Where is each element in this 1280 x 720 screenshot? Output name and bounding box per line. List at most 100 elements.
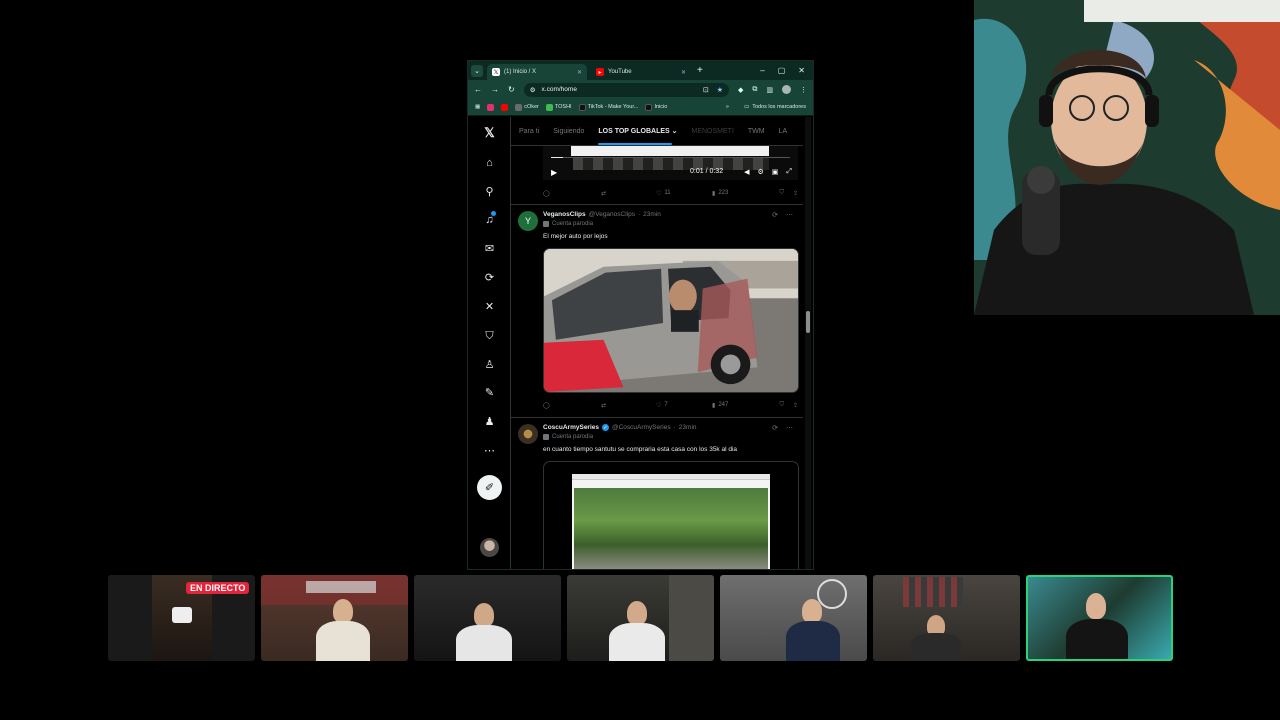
volume-icon[interactable]: ◀ xyxy=(744,168,749,176)
install-icon[interactable]: ⊡ xyxy=(703,86,709,94)
tab-la[interactable]: LA xyxy=(779,128,788,135)
stream-thumb-7-selected[interactable] xyxy=(1026,575,1173,661)
extension-icon[interactable]: ◆ xyxy=(738,86,743,94)
timestamp[interactable]: 23min xyxy=(679,424,697,431)
bookmark-youtube[interactable] xyxy=(501,103,509,111)
close-window-icon[interactable]: ✕ xyxy=(798,66,805,75)
tab-los-top-globales[interactable]: LOS TOP GLOBALES ⌄ xyxy=(598,127,678,145)
grok-icon[interactable]: ⟳ xyxy=(772,211,778,219)
account-avatar[interactable] xyxy=(480,538,499,557)
tab-youtube[interactable]: ▸ YouTube ✕ xyxy=(591,64,691,80)
premium-x-icon[interactable]: ✕ xyxy=(468,301,511,313)
scrollbar-thumb[interactable] xyxy=(806,311,810,333)
stream-thumb-5[interactable] xyxy=(720,575,867,661)
avatar[interactable] xyxy=(518,424,538,444)
timestamp[interactable]: 23min xyxy=(643,211,661,218)
bookmarks-icon[interactable]: ⛉ xyxy=(468,330,511,342)
tab-siguiendo[interactable]: Siguiendo xyxy=(553,128,584,135)
like-button[interactable]: ♡ 7 xyxy=(656,402,712,409)
video-player[interactable]: ▶ 0:01 / 0:32 ◀ ⚙ ▣ ⤢ xyxy=(543,146,798,180)
post-text: en cuanto tiempo santutu se compraria es… xyxy=(543,446,738,453)
tiktok-icon xyxy=(578,103,586,111)
share-icon[interactable]: ⇪ xyxy=(793,190,798,197)
bookmark-tiktok[interactable]: TikTok - Make Your... xyxy=(578,103,638,111)
tab-twm[interactable]: TWM xyxy=(748,128,765,135)
reply-icon[interactable]: ◯ xyxy=(543,190,601,197)
share-icon[interactable]: ⇪ xyxy=(793,402,798,409)
more-icon[interactable]: ⋯ xyxy=(786,424,793,432)
views-button[interactable]: ▮ 223 xyxy=(712,190,772,197)
x-logo-icon[interactable]: 𝕏 xyxy=(468,126,511,139)
close-icon[interactable]: ✕ xyxy=(577,69,582,76)
back-icon[interactable]: ← xyxy=(474,85,482,94)
star-icon[interactable]: ★ xyxy=(717,86,723,94)
scrollbar[interactable] xyxy=(805,117,811,569)
post-image[interactable] xyxy=(543,461,799,569)
views-button[interactable]: ▮ 247 xyxy=(712,402,772,409)
apps-icon[interactable]: ▦ xyxy=(475,104,480,110)
stream-thumb-4[interactable] xyxy=(567,575,714,661)
fullscreen-icon[interactable]: ⤢ xyxy=(786,168,792,176)
bookmark-icon[interactable]: ⛉ xyxy=(779,402,784,409)
close-icon[interactable]: ✕ xyxy=(681,69,686,76)
maximize-icon[interactable]: ▢ xyxy=(778,66,786,75)
stream-thumb-6[interactable] xyxy=(873,575,1020,661)
tab-bar: ⌄ 𝕏 (1) Inicio / X ✕ ▸ YouTube ✕ + – ▢ ✕ xyxy=(468,61,813,80)
messages-icon[interactable]: ✉ xyxy=(468,243,511,255)
bookmark-coker[interactable]: cOker xyxy=(515,103,539,111)
tab-x-inicio[interactable]: 𝕏 (1) Inicio / X ✕ xyxy=(487,64,587,80)
reply-icon[interactable]: ◯ xyxy=(543,402,601,409)
repost-icon[interactable]: ⇄ xyxy=(601,190,656,197)
video-progress[interactable] xyxy=(551,157,790,158)
settings-icon[interactable]: ⚙ xyxy=(757,168,763,176)
puzzle-icon[interactable]: ⧉ xyxy=(752,86,757,94)
video-content xyxy=(573,158,769,170)
streamer-face xyxy=(802,599,822,623)
all-bookmarks-link[interactable]: Todos los marcadores xyxy=(752,104,806,110)
bookmark-icon[interactable]: ⛉ xyxy=(779,190,784,197)
reload-icon[interactable]: ↻ xyxy=(508,85,515,94)
search-icon[interactable]: ⚲ xyxy=(468,186,511,198)
bookmark-inicio[interactable]: Inicio xyxy=(645,103,667,111)
notifications-icon[interactable]: ♫ xyxy=(468,214,511,226)
tab-para-ti[interactable]: Para ti xyxy=(519,128,539,135)
url-input[interactable]: ⚙ x.com/home ⊡ ★ xyxy=(523,82,729,97)
communities-icon[interactable]: ♙ xyxy=(468,359,511,371)
display-name[interactable]: CoscuArmySeries xyxy=(543,424,599,431)
stream-thumb-1[interactable]: EN DIRECTO xyxy=(108,575,255,661)
stream-thumb-2[interactable] xyxy=(261,575,408,661)
new-tab-icon[interactable]: + xyxy=(697,65,703,76)
grok-icon[interactable]: ⟳ xyxy=(468,272,511,284)
live-badge: EN DIRECTO xyxy=(186,582,250,594)
display-name[interactable]: VeganosClips xyxy=(543,211,586,218)
repost-icon[interactable]: ⇄ xyxy=(601,402,656,409)
sidebar-icon[interactable]: ▥ xyxy=(766,86,773,94)
bookmarks-overflow[interactable]: » xyxy=(726,104,729,110)
tab-search-icon[interactable]: ⌄ xyxy=(471,64,483,77)
handle[interactable]: @CoscuArmySeries xyxy=(612,424,671,431)
home-icon[interactable]: ⌂ xyxy=(468,157,511,169)
post-image[interactable] xyxy=(543,248,799,393)
bookmark-toshi[interactable]: TOSHI xyxy=(545,103,572,111)
stream-thumb-3[interactable] xyxy=(414,575,561,661)
tab-label: YouTube xyxy=(608,69,632,75)
compose-post-button[interactable]: ✐ xyxy=(477,475,502,500)
minimize-icon[interactable]: – xyxy=(760,66,764,75)
more-icon[interactable]: ⋯ xyxy=(468,445,511,457)
tab-menosmeti[interactable]: MENOSMETI xyxy=(692,128,734,135)
avatar[interactable]: Y xyxy=(518,211,538,231)
profile-icon[interactable] xyxy=(782,85,791,94)
play-icon[interactable]: ▶ xyxy=(551,168,557,177)
more-icon[interactable]: ⋯ xyxy=(786,211,793,219)
menu-icon[interactable]: ⋮ xyxy=(800,86,807,94)
bookmark-instagram[interactable] xyxy=(487,103,495,111)
post-actions: ◯ ⇄ ♡ 11 ▮ 223 ⛉ ⇪ xyxy=(543,187,798,199)
handle[interactable]: @VeganosClips xyxy=(589,211,635,218)
pip-icon[interactable]: ▣ xyxy=(772,168,779,176)
like-button[interactable]: ♡ 11 xyxy=(656,190,712,197)
site-info-icon[interactable]: ⚙ xyxy=(530,86,536,94)
profile-icon[interactable]: ♟ xyxy=(468,416,511,428)
verified-orgs-icon[interactable]: ✎ xyxy=(468,387,511,399)
grok-icon[interactable]: ⟳ xyxy=(772,424,778,432)
forward-icon[interactable]: → xyxy=(491,85,499,94)
